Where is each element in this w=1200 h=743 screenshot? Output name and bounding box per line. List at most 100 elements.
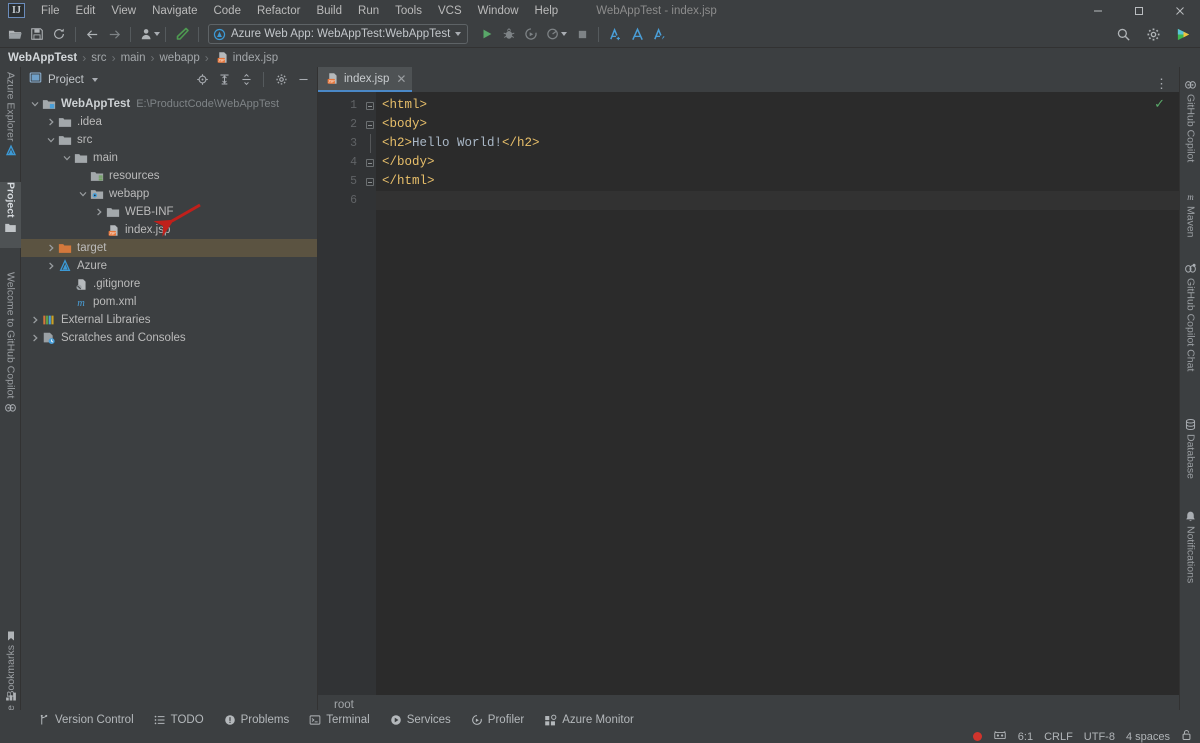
menu-item-view[interactable]: View [103,3,144,19]
chevron-down-icon[interactable] [45,136,57,144]
settings-gear-icon[interactable] [1142,23,1164,45]
sync-icon[interactable] [48,23,70,45]
expand-all-icon[interactable] [214,70,234,90]
stop-square-icon[interactable] [571,23,593,45]
ai-assistant-icon-3[interactable] [648,23,670,45]
chevron-right-icon[interactable] [29,316,41,324]
profile-chevron-down-icon[interactable] [154,32,160,36]
sidebar-item-github-copilot[interactable]: GitHub Copilot [1180,75,1200,179]
menu-item-navigate[interactable]: Navigate [144,3,205,19]
code-line[interactable]: <h2>Hello World!</h2> [376,134,1179,153]
more-options-icon[interactable]: ⋮ [1155,76,1179,92]
tree-node-main[interactable]: main [21,149,317,167]
menu-item-window[interactable]: Window [470,3,527,19]
menu-item-vcs[interactable]: VCS [430,3,470,19]
tree-node-index-jsp[interactable]: JSPindex.jsp [21,221,317,239]
ai-assistant-icon-1[interactable] [604,23,626,45]
menu-item-file[interactable]: File [33,3,68,19]
code-editor[interactable]: 123456 ✓ <html><body><h2>Hello World!</h… [318,92,1179,695]
menu-item-code[interactable]: Code [205,3,249,19]
chevron-right-icon[interactable] [45,118,57,126]
breadcrumb-item-project[interactable]: WebAppTest [8,52,77,64]
debug-bug-icon[interactable] [498,23,520,45]
code-content[interactable]: ✓ <html><body><h2>Hello World!</h2></bod… [376,92,1179,695]
run-configuration-selector[interactable]: Azure Web App: WebAppTest:WebAppTest [208,24,468,44]
tree-node-pom-xml[interactable]: mpom.xml [21,293,317,311]
project-tree[interactable]: WebAppTestE:\ProductCode\WebAppTest.idea… [21,92,317,347]
ide-services-icon[interactable] [1172,23,1194,45]
close-icon[interactable] [1159,0,1200,21]
chevron-down-icon[interactable] [29,100,41,108]
sidebar-item-azure-explorer[interactable]: Azure Explorer [0,72,21,172]
hide-minimize-icon[interactable] [293,70,313,90]
chevron-down-icon[interactable] [77,190,89,198]
tree-node-target[interactable]: target [21,239,317,257]
bottom-tab-terminal[interactable]: Terminal [299,710,379,730]
bottom-tab-version-control[interactable]: Version Control [28,710,144,730]
caret-position[interactable]: 6:1 [1018,731,1033,743]
memory-indicator-icon[interactable] [993,728,1007,743]
breadcrumb-item-main[interactable]: main [121,52,146,64]
run-with-coverage-icon[interactable] [520,23,542,45]
menu-item-run[interactable]: Run [350,3,387,19]
menu-item-refactor[interactable]: Refactor [249,3,308,19]
bottom-tab-todo[interactable]: TODO [144,710,214,730]
chevron-down-icon[interactable] [92,78,98,82]
code-fold-marker[interactable] [364,172,376,191]
save-icon[interactable] [26,23,48,45]
settings-gear-icon[interactable] [271,70,291,90]
breadcrumb-item-src[interactable]: src [91,52,106,64]
breadcrumb-item-file[interactable]: index.jsp [233,52,278,64]
code-fold-marker[interactable] [364,153,376,172]
ai-assistant-icon-2[interactable] [626,23,648,45]
inspection-ok-check[interactable]: ✓ [1154,97,1165,112]
run-play-icon[interactable] [476,23,498,45]
bottom-tab-azure-monitor[interactable]: Azure Monitor [534,710,644,730]
menu-item-build[interactable]: Build [308,3,350,19]
sidebar-item-welcome-github-copilot[interactable]: Welcome to GitHub Copilot [0,272,21,447]
code-line[interactable]: </body> [376,153,1179,172]
back-arrow-icon[interactable] [81,23,103,45]
chevron-down-icon[interactable] [455,32,461,36]
close-icon[interactable]: ✕ [396,73,406,85]
recording-red-dot[interactable] [973,732,982,741]
sidebar-item-database[interactable]: Database [1180,415,1200,497]
code-folding-gutter[interactable] [364,92,376,695]
code-line[interactable]: <html> [376,96,1179,115]
chevron-right-icon[interactable] [93,208,105,216]
code-fold-marker[interactable] [364,115,376,134]
tree-node-resources[interactable]: resources [21,167,317,185]
breadcrumb-item-webapp[interactable]: webapp [160,52,200,64]
tree-node--gitignore[interactable]: .gitignore [21,275,317,293]
maximize-icon[interactable] [1118,0,1159,21]
tree-node-src[interactable]: src [21,131,317,149]
tree-node-web-inf[interactable]: WEB-INF [21,203,317,221]
sidebar-item-maven[interactable]: m Maven [1180,187,1200,249]
menu-item-help[interactable]: Help [527,3,567,19]
collapse-all-icon[interactable] [236,70,256,90]
editor-tab-index-jsp[interactable]: JSP index.jsp ✕ [318,67,412,92]
line-separator[interactable]: CRLF [1044,731,1073,743]
tree-node-external-libraries[interactable]: External Libraries [21,311,317,329]
code-line[interactable] [376,191,1179,210]
indent-setting[interactable]: 4 spaces [1126,731,1170,743]
build-hammer-icon[interactable] [171,23,193,45]
tree-node-scratches-and-consoles[interactable]: Scratches and Consoles [21,329,317,347]
chevron-right-icon[interactable] [45,262,57,270]
read-write-lock-icon[interactable] [1181,728,1192,743]
code-line[interactable]: </html> [376,172,1179,191]
sidebar-item-project[interactable]: Project [0,182,21,248]
bottom-tab-services[interactable]: Services [380,710,461,730]
open-folder-icon[interactable] [4,23,26,45]
editor-breadcrumb-label[interactable]: root [334,699,354,711]
bottom-tab-profiler[interactable]: Profiler [461,710,534,730]
code-line[interactable]: <body> [376,115,1179,134]
profiler-chevron-down-icon[interactable] [561,32,567,36]
minimize-icon[interactable] [1077,0,1118,21]
file-encoding[interactable]: UTF-8 [1084,731,1115,743]
bottom-tab-problems[interactable]: Problems [214,710,300,730]
code-fold-marker[interactable] [364,96,376,115]
sidebar-item-github-copilot-chat[interactable]: GitHub Copilot Chat [1180,259,1200,404]
chevron-down-icon[interactable] [61,154,73,162]
tree-node-webapp[interactable]: webapp [21,185,317,203]
